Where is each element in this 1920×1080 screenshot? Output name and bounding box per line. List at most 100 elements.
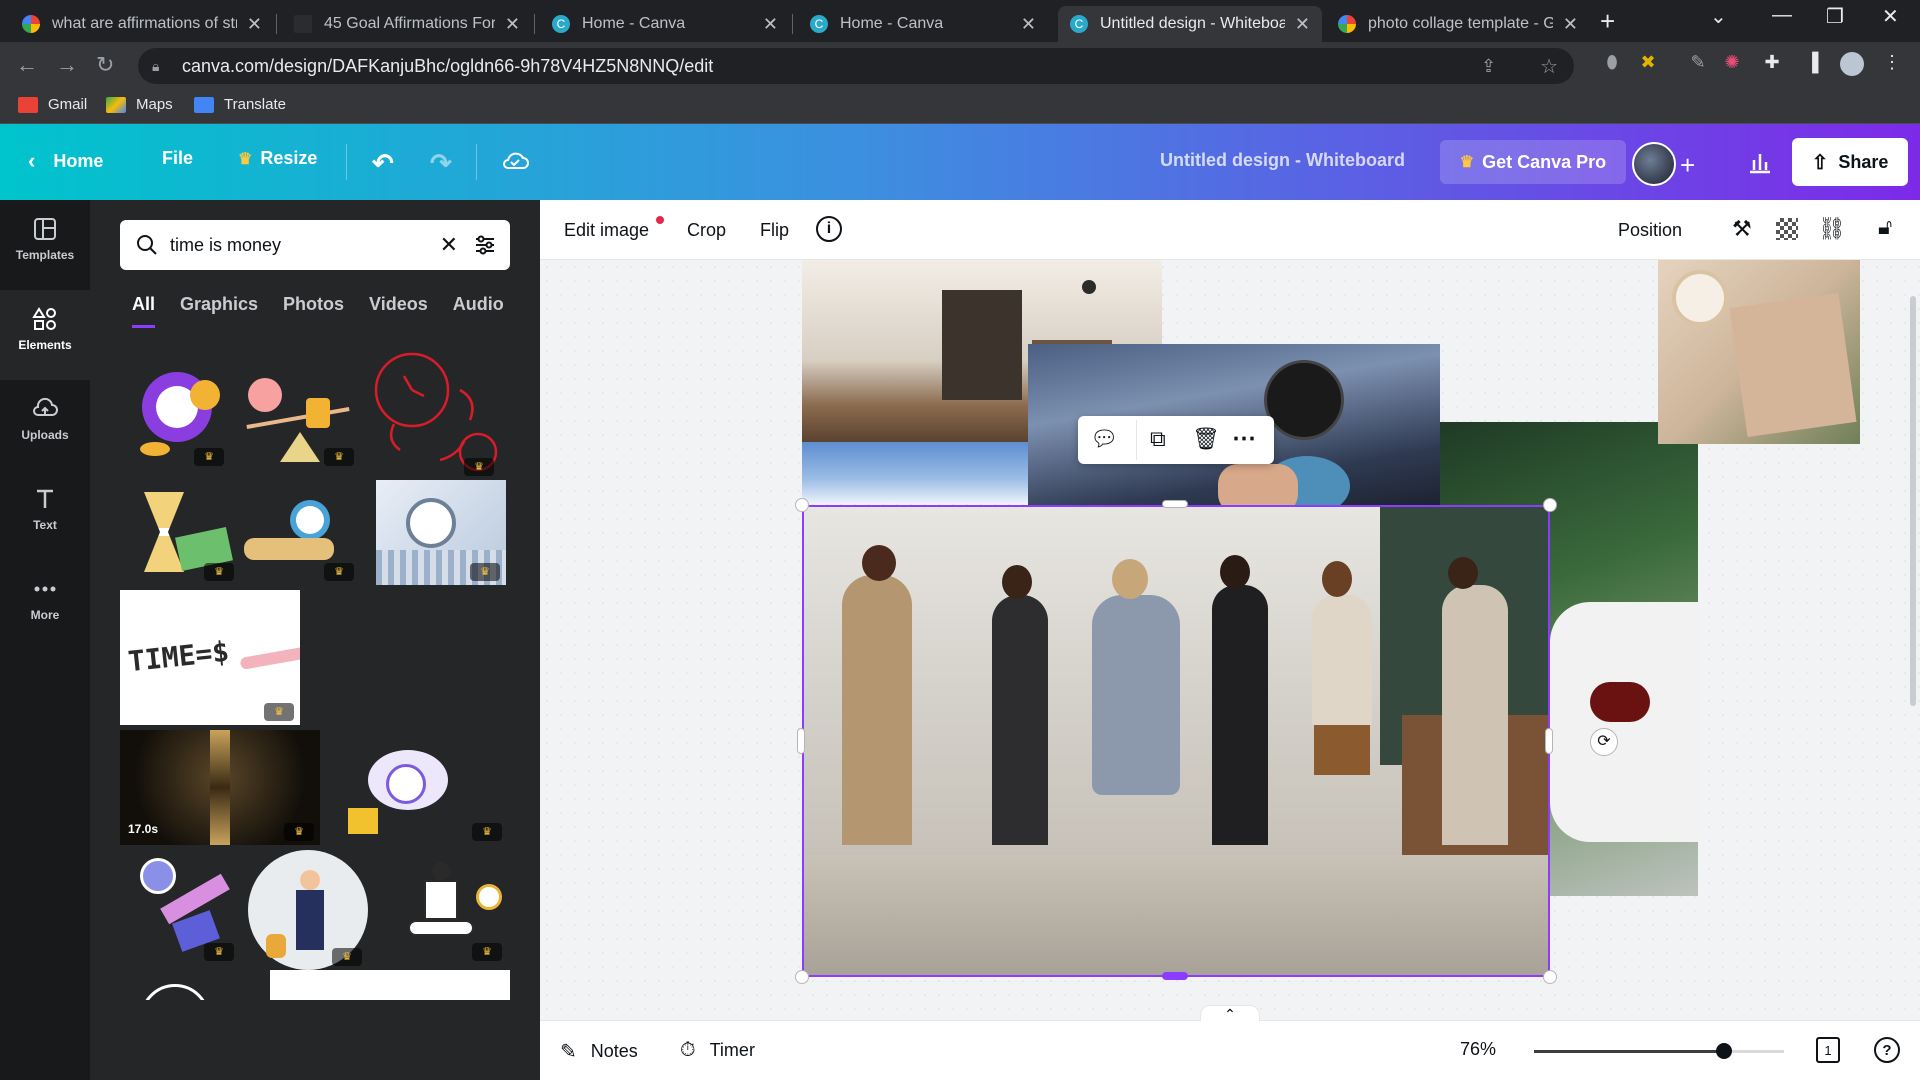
delete-trash-icon[interactable]: 🗑︎ [1192, 426, 1220, 452]
redo-icon[interactable]: ↷ [430, 148, 452, 179]
graphic-meditation-clock[interactable]: ♛ [380, 850, 508, 965]
position-button[interactable]: Position [1618, 220, 1682, 241]
graphic-hand-alarm-clock[interactable]: ♛ [240, 480, 360, 585]
extensions-puzzle-icon[interactable]: ✚ [1760, 52, 1784, 76]
graphic-purple-clock-coins[interactable]: ♛ [120, 350, 230, 470]
avatar[interactable] [1632, 142, 1676, 186]
tab-search-icon[interactable]: ⌄ [1710, 4, 1727, 29]
collage-photo-sky[interactable] [802, 442, 1028, 504]
document-title[interactable]: Untitled design - Whiteboard [1160, 150, 1405, 171]
tab-audio[interactable]: Audio [453, 294, 504, 328]
zoom-slider-knob[interactable] [1716, 1043, 1732, 1059]
link-icon[interactable]: ⛓ [1818, 216, 1846, 242]
graphic-businessman-clock[interactable]: ♛ [248, 850, 368, 970]
clear-search-icon[interactable]: ✕ [440, 232, 458, 258]
tab-videos[interactable]: Videos [369, 294, 428, 328]
rotate-icon[interactable]: ⟳ [1590, 728, 1618, 756]
collage-photo-candle-notebook[interactable] [1658, 260, 1860, 444]
graphic-hourglass-money[interactable]: ♛ [120, 480, 240, 585]
reload-icon[interactable]: ↻ [96, 52, 114, 78]
edit-image-button[interactable]: Edit image [564, 220, 649, 241]
resize-handle-bottom-right[interactable] [1543, 970, 1557, 984]
duplicate-icon[interactable]: ⧉ [1150, 426, 1166, 452]
color-picker-extension-icon[interactable]: ✺ [1720, 52, 1744, 76]
rail-item-text[interactable]: Text [0, 470, 90, 560]
extension-icon[interactable]: ✖ [1636, 52, 1660, 76]
maximize-icon[interactable]: ❐ [1826, 4, 1844, 29]
video-hourglass[interactable]: 17.0s ♛ [120, 730, 320, 845]
file-menu-button[interactable]: File [162, 148, 193, 169]
page-count-button[interactable]: 1 [1816, 1037, 1840, 1063]
resize-handle-top-left[interactable] [795, 498, 809, 512]
close-tab-icon[interactable]: ✕ [763, 14, 778, 35]
side-panel-icon[interactable]: ▐ [1800, 52, 1824, 76]
help-icon[interactable]: ? [1874, 1037, 1900, 1063]
browser-tab[interactable]: C Home - Canva ✕ [540, 6, 790, 42]
notes-button[interactable]: ✎ Notes [560, 1039, 638, 1064]
rail-item-more[interactable]: More [0, 560, 90, 650]
transparency-icon[interactable] [1776, 218, 1798, 240]
rail-item-templates[interactable]: Templates [0, 200, 90, 290]
close-window-icon[interactable]: ✕ [1882, 4, 1899, 29]
rail-item-elements[interactable]: Elements [0, 290, 90, 380]
add-collaborator-icon[interactable]: + [1680, 150, 1695, 181]
flip-button[interactable]: Flip [760, 220, 789, 241]
zoom-percentage[interactable]: 76% [1460, 1039, 1496, 1060]
add-comment-icon[interactable]: 💬︎ [1090, 426, 1118, 452]
resize-handle-left[interactable] [797, 728, 805, 754]
home-button[interactable]: ‹ Home [28, 148, 103, 174]
close-tab-icon[interactable]: ✕ [1021, 14, 1036, 35]
resize-handle-top-right[interactable] [1543, 498, 1557, 512]
bookmark-translate[interactable]: Translate [194, 96, 286, 113]
copy-style-paint-roller-icon[interactable]: ⚒ [1732, 216, 1752, 242]
more-options-icon[interactable]: ⋯ [1232, 424, 1256, 453]
new-tab-icon[interactable]: + [1600, 6, 1615, 37]
resize-button[interactable]: ♛ Resize [238, 148, 317, 169]
browser-tab[interactable]: C Home - Canva ✕ [798, 6, 1048, 42]
zoom-slider[interactable] [1534, 1043, 1784, 1059]
browser-tab[interactable]: 45 Goal Affirmations For Ac ✕ [282, 6, 532, 42]
close-tab-icon[interactable]: ✕ [1563, 14, 1578, 35]
bookmark-star-icon[interactable]: ☆ [1540, 54, 1558, 79]
back-icon[interactable]: ← [16, 52, 38, 78]
graphic-hands-clock[interactable]: ♛ [120, 850, 240, 965]
profile-avatar-icon[interactable] [1840, 52, 1864, 76]
canvas-vertical-scrollbar[interactable] [1910, 296, 1916, 706]
filter-sliders-icon[interactable] [474, 234, 496, 256]
close-tab-icon[interactable]: ✕ [505, 14, 520, 35]
insights-chart-icon[interactable] [1740, 142, 1780, 182]
search-input[interactable] [170, 234, 420, 256]
bookmark-gmail[interactable]: Gmail [18, 96, 87, 113]
tab-photos[interactable]: Photos [283, 294, 344, 328]
tab-graphics[interactable]: Graphics [180, 294, 258, 328]
graphic-clock-celebration[interactable]: ♛ [328, 730, 508, 845]
browser-tab[interactable]: photo collage template - G ✕ [1326, 6, 1590, 42]
cloud-saved-icon[interactable] [500, 148, 530, 172]
graphic-clock-scale[interactable]: ♛ [240, 350, 360, 470]
resize-handle-bottom-left[interactable] [795, 970, 809, 984]
forward-icon[interactable]: → [56, 52, 78, 78]
graphic-time-equals-money[interactable]: TIME=$ ♛ [120, 590, 300, 725]
pages-expand-chevron-icon[interactable]: ⌃ [1200, 1005, 1260, 1022]
info-icon[interactable]: i [816, 216, 842, 242]
photo-stopwatch-dollar[interactable]: ♛ [376, 480, 506, 585]
graphic-partial[interactable] [120, 970, 250, 1000]
extension-icon[interactable]: ✎ [1686, 52, 1710, 76]
lock-icon[interactable]: 🔒︎ [152, 58, 166, 74]
extension-icon[interactable]: ⬮ [1600, 52, 1624, 76]
graphic-red-clock-cycle[interactable]: ♛ [370, 350, 500, 480]
share-button[interactable]: ⇧ Share [1792, 138, 1908, 186]
get-canva-pro-button[interactable]: ♛ Get Canva Pro [1440, 140, 1626, 184]
search-box[interactable]: ✕ [120, 220, 510, 270]
undo-icon[interactable]: ↶ [372, 148, 394, 179]
bookmark-maps[interactable]: Maps [106, 96, 173, 113]
resize-handle-bottom[interactable] [1162, 972, 1188, 980]
omnibox[interactable]: 🔒︎ canva.com/design/DAFKanjuBhc/ogldn66-… [138, 48, 1574, 84]
minimize-icon[interactable]: — [1772, 4, 1792, 27]
crop-button[interactable]: Crop [687, 220, 726, 241]
resize-handle-top[interactable] [1162, 500, 1188, 508]
graphic-partial[interactable] [270, 970, 510, 1000]
browser-menu-icon[interactable]: ⋮ [1880, 52, 1904, 76]
browser-tab[interactable]: what are affirmations of str ✕ [10, 6, 274, 42]
tab-all[interactable]: All [132, 294, 156, 328]
